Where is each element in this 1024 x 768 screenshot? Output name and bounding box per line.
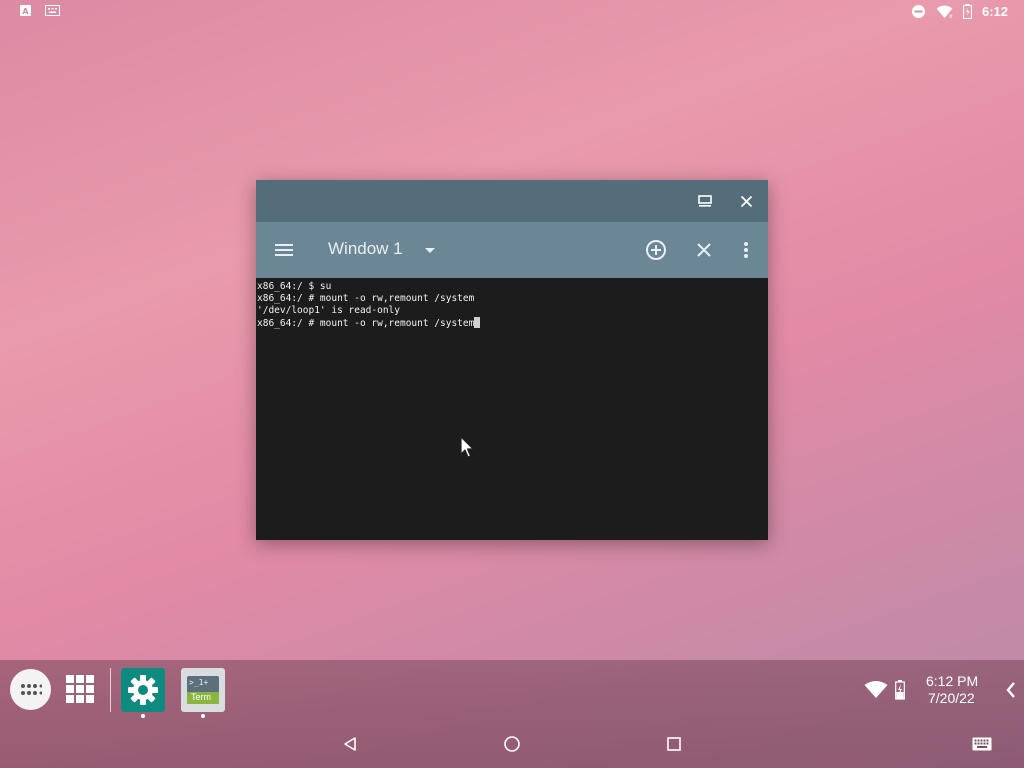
maximize-icon[interactable] [694,190,716,212]
battery-icon [962,4,972,19]
taskbar-divider [110,668,111,712]
clock-date: 7/20/22 [928,690,975,706]
menu-icon[interactable] [272,238,296,262]
window-grid-icon[interactable] [66,675,94,703]
battery-charging-icon[interactable] [895,680,905,704]
mouse-pointer-icon [460,436,476,464]
text-cursor [474,317,481,328]
close-icon[interactable] [735,190,757,212]
back-icon[interactable] [336,730,364,758]
settings-gear-icon[interactable] [121,668,165,712]
status-time: 6:12 [981,4,1008,19]
notification-a-icon: A [20,5,31,16]
do-not-disturb-icon [911,4,926,19]
terminal-icon-prompt: >_1+ [189,678,209,687]
more-options-icon[interactable] [734,238,758,262]
window-title[interactable]: Window 1 [328,239,403,259]
dropdown-arrow-icon[interactable] [422,242,438,258]
svg-text:A: A [22,7,29,16]
wifi-icon[interactable] [864,681,888,703]
svg-text:x: x [949,13,953,19]
app-toolbar: Window 1 [256,222,768,278]
terminal-line: x86_64:/ # mount -o rw,remount /system [257,318,475,329]
wifi-icon: x [936,5,953,19]
clock-time: 6:12 PM [926,673,979,689]
chevron-left-icon[interactable] [1006,682,1016,702]
window-titlebar[interactable] [256,180,768,222]
terminal-window: Window 1 x86_64:/ $ su x86_64:/ # mount … [256,180,768,540]
recents-icon[interactable] [660,730,688,758]
keyboard-notification-icon [45,5,60,16]
terminal-prompt-line: x86_64:/ # mount -o rw,remount /system [257,317,767,330]
terminal-line: '/dev/loop1' is read-only [257,305,400,316]
running-indicator [141,714,145,718]
terminal-output[interactable]: x86_64:/ $ su x86_64:/ # mount -o rw,rem… [256,278,768,540]
running-indicator [201,714,205,718]
close-window-icon[interactable] [692,238,716,262]
terminal-line: x86_64:/ $ su [257,281,332,292]
taskbar-clock[interactable]: 6:12 PM 7/20/22 [926,673,978,707]
add-window-icon[interactable] [644,238,668,262]
apps-dots-icon [20,683,42,695]
terminal-icon-label: Term [191,692,211,702]
home-icon[interactable] [498,730,526,758]
terminal-line: x86_64:/ # mount -o rw,remount /system [257,293,475,304]
app-launcher-button[interactable] [10,669,51,710]
terminal-app-icon[interactable]: >_1+ Term [181,668,225,712]
status-bar: A x 6:12 [0,0,1024,24]
navigation-bar [0,720,1024,768]
keyboard-icon[interactable] [968,730,996,758]
